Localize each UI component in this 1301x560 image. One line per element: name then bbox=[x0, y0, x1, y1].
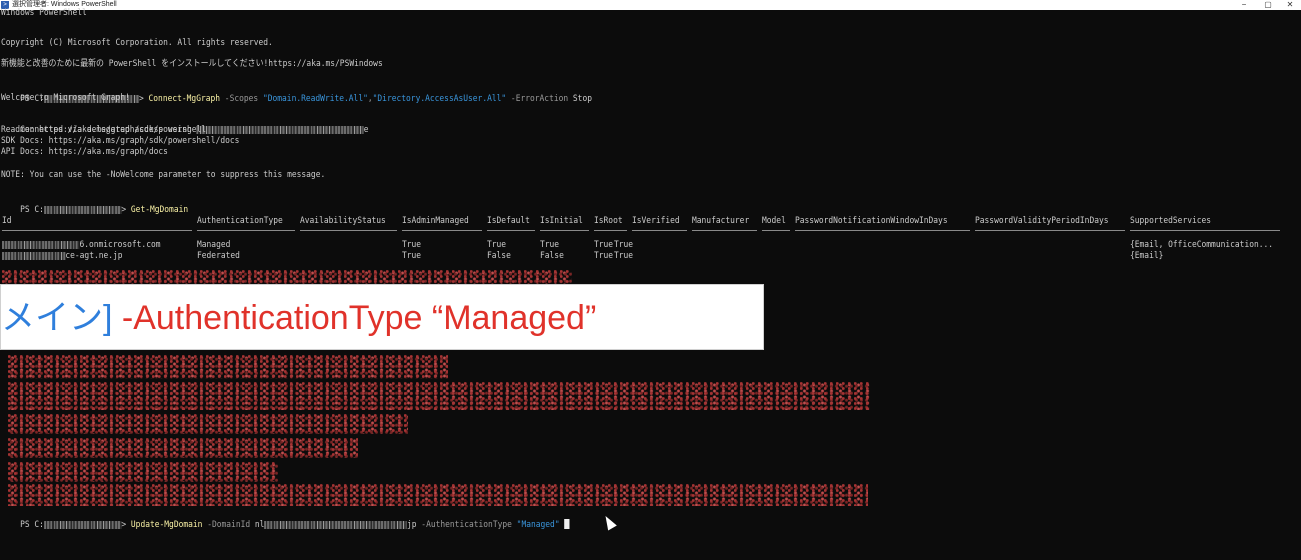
redacted-domain bbox=[2, 251, 66, 260]
table-header: PasswordValidityPeriodInDays bbox=[975, 216, 1109, 226]
table-header: IsVerified bbox=[632, 216, 680, 226]
domain-id-cell: ce-agt.ne.jp bbox=[2, 251, 123, 262]
table-header: IsDefault bbox=[487, 216, 530, 226]
command-name: Update-MgDomain bbox=[130, 520, 203, 530]
redacted-account bbox=[196, 125, 364, 134]
redacted-domain bbox=[264, 520, 407, 529]
header-underline bbox=[487, 230, 535, 231]
redacted-output bbox=[8, 382, 870, 410]
readme-line: Readme: https://aka.ms/graph/sdk/powersh… bbox=[1, 125, 207, 135]
banner-line-2: Copyright (C) Microsoft Corporation. All… bbox=[1, 38, 273, 48]
welcome-line: Welcome to Microsoft Graph! bbox=[1, 93, 130, 103]
header-underline bbox=[762, 230, 790, 231]
table-header: IsAdminManaged bbox=[402, 216, 469, 226]
header-underline bbox=[632, 230, 687, 231]
callout-text-blue: メイン] bbox=[1, 299, 113, 337]
redacted-path bbox=[43, 205, 122, 214]
redacted-output bbox=[8, 414, 408, 434]
minimize-button[interactable]: − bbox=[1232, 0, 1256, 10]
header-underline bbox=[795, 230, 970, 231]
header-underline bbox=[594, 230, 627, 231]
table-header: PasswordNotificationWindowInDays bbox=[795, 216, 948, 226]
text-cursor bbox=[564, 519, 570, 529]
table-header: Id bbox=[2, 216, 12, 226]
table-header: Model bbox=[762, 216, 786, 226]
header-underline bbox=[300, 230, 397, 231]
table-header: SupportedServices bbox=[1130, 216, 1212, 226]
header-underline bbox=[540, 230, 589, 231]
header-underline bbox=[692, 230, 757, 231]
banner-line-1: Windows PowerShell bbox=[1, 8, 87, 18]
header-underline bbox=[2, 230, 192, 231]
table-header: AuthenticationType bbox=[197, 216, 283, 226]
header-underline bbox=[975, 230, 1125, 231]
table-header: IsInitial bbox=[540, 216, 583, 226]
redacted-output bbox=[8, 484, 868, 506]
command-name: Get-MgDomain bbox=[130, 205, 189, 215]
command-line-get-domain: PS C: > Get-MgDomain bbox=[20, 205, 189, 215]
title-bar: > 選択管理者: Windows PowerShell − ▢ ✕ bbox=[0, 0, 1301, 10]
redacted-domain bbox=[2, 240, 80, 249]
table-header: IsRoot bbox=[594, 216, 623, 226]
install-message: 新機能と改善のために最新の PowerShell をインストールしてください!h… bbox=[1, 59, 383, 69]
redacted-output bbox=[8, 355, 448, 379]
redacted-path bbox=[43, 520, 122, 529]
redacted-output bbox=[2, 270, 572, 284]
command-line-update-domain[interactable]: PS C: > Update-MgDomain -DomainId nl jp -A… bbox=[1, 508, 570, 542]
command-name: Connect-MgGraph bbox=[148, 94, 221, 104]
sdk-docs-line: SDK Docs: https://aka.ms/graph/sdk/power… bbox=[1, 136, 240, 146]
annotation-callout: メイン] -AuthenticationType “Managed” bbox=[0, 284, 764, 350]
domain-id-cell: 6.onmicrosoft.com bbox=[2, 240, 161, 251]
redacted-output bbox=[8, 462, 278, 482]
maximize-button[interactable]: ▢ bbox=[1256, 0, 1280, 10]
header-underline bbox=[1130, 230, 1280, 231]
redacted-output bbox=[8, 438, 358, 458]
api-docs-line: API Docs: https://aka.ms/graph/docs bbox=[1, 147, 168, 157]
table-header: AvailabilityStatus bbox=[300, 216, 386, 226]
note-line: NOTE: You can use the -NoWelcome paramet… bbox=[1, 170, 326, 180]
callout-text-red: -AuthenticationType “Managed” bbox=[112, 299, 597, 337]
header-underline bbox=[402, 230, 482, 231]
table-header: Manufacturer bbox=[692, 216, 750, 226]
close-button[interactable]: ✕ bbox=[1278, 0, 1301, 10]
header-underline bbox=[197, 230, 295, 231]
